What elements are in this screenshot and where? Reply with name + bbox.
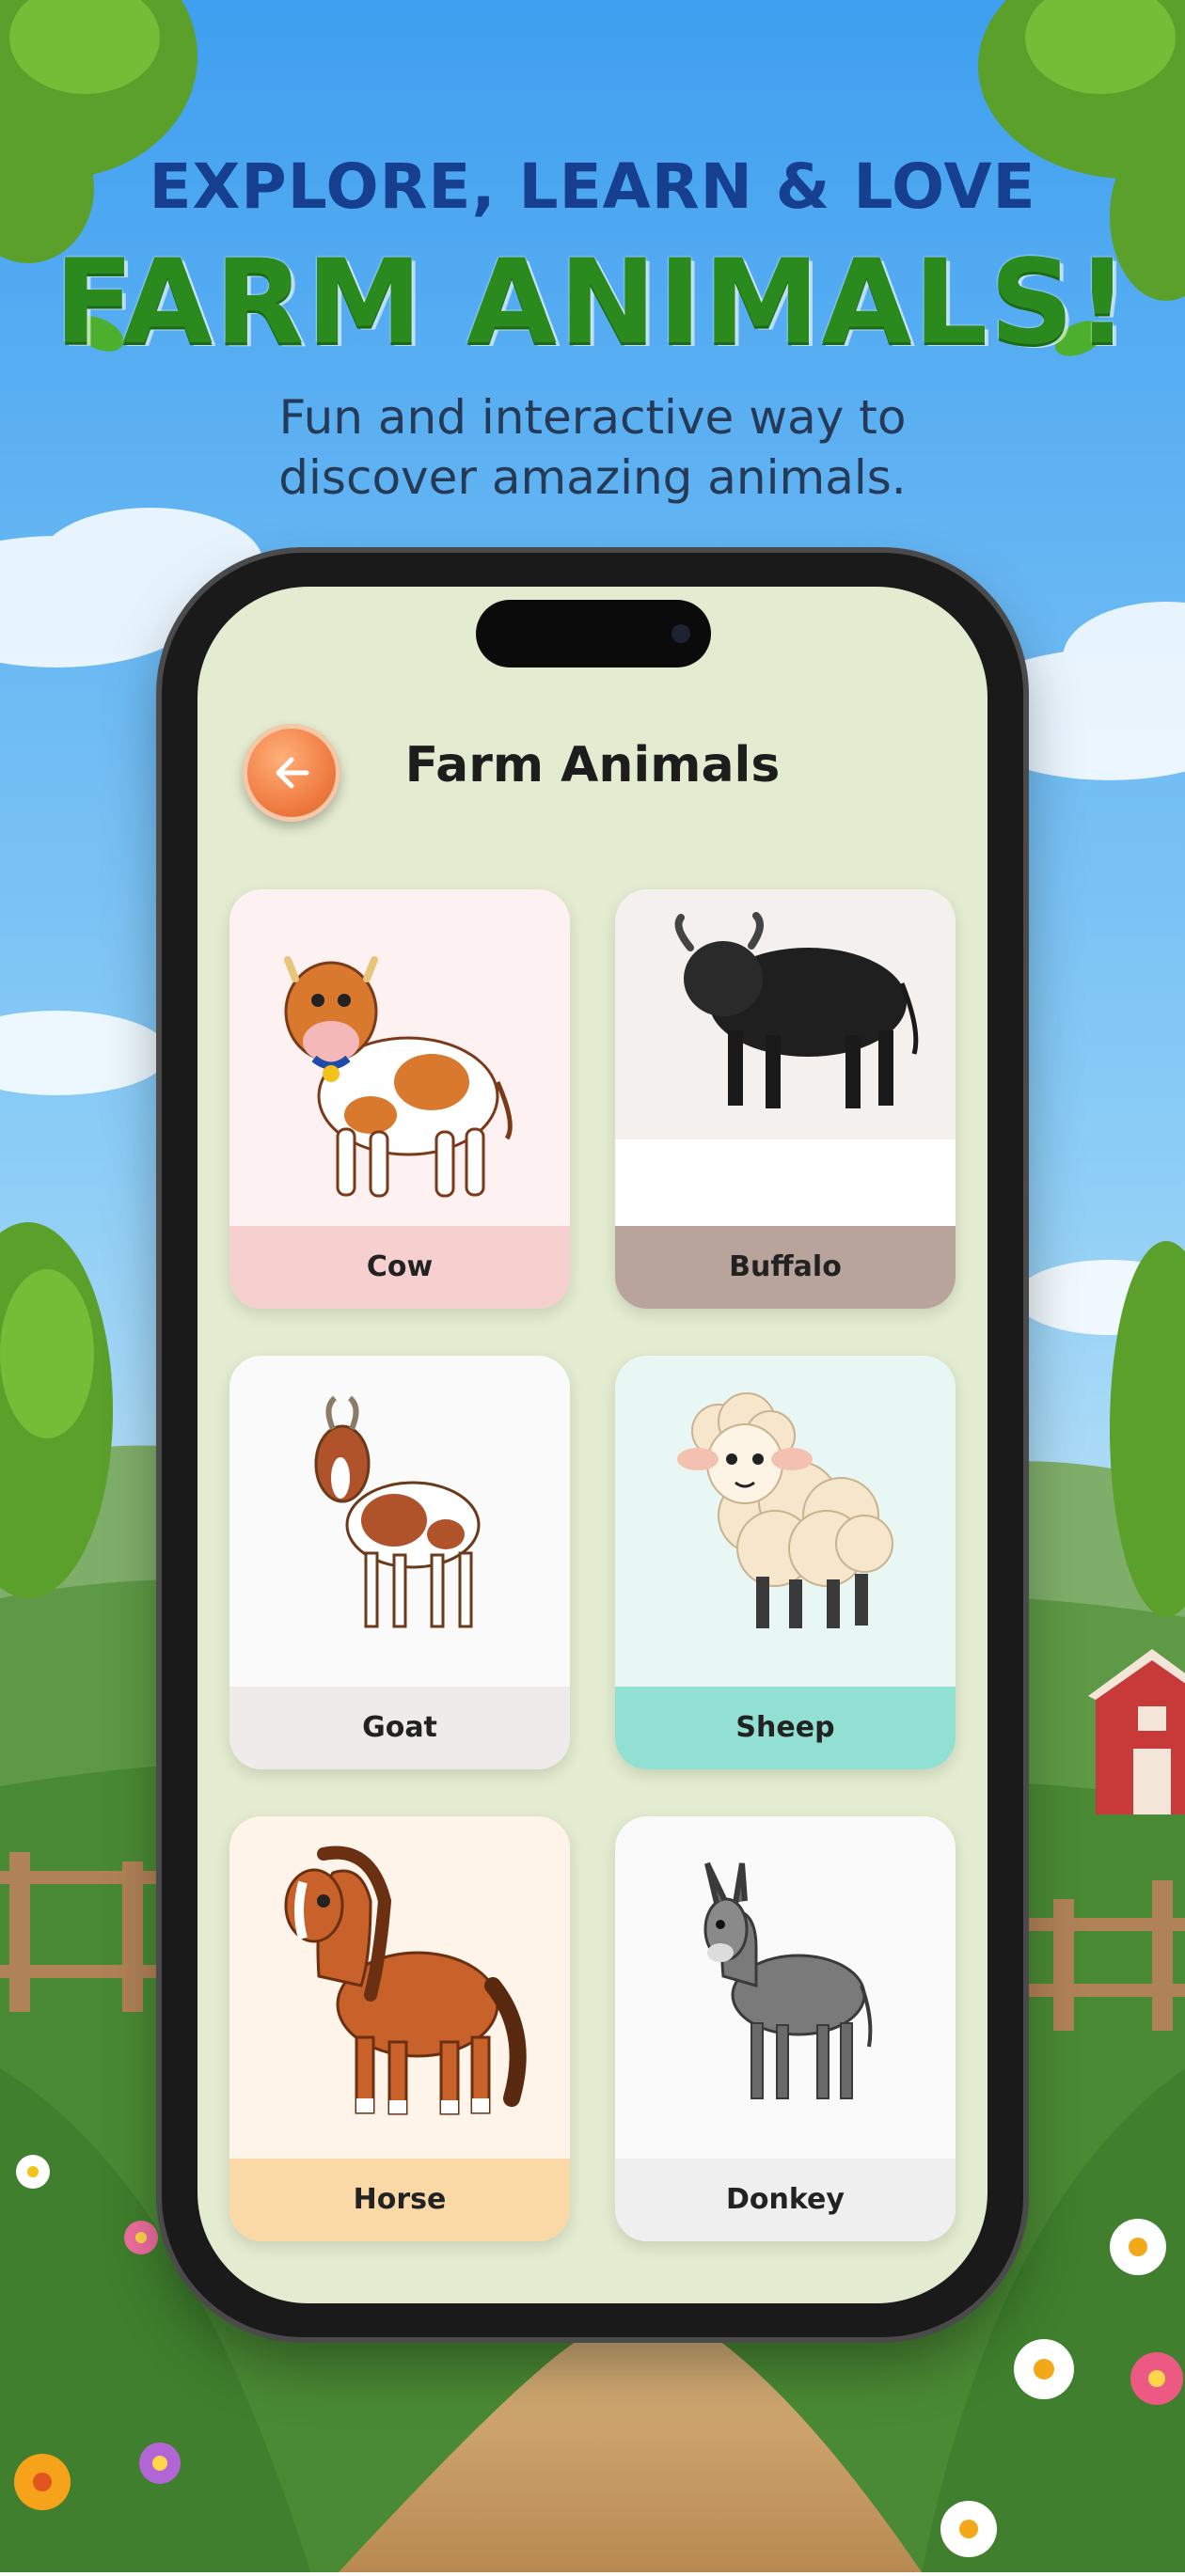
donkey-image bbox=[703, 1861, 873, 2099]
app-screen: Farm Animals Cow Buffalo Goat Sheep Hors… bbox=[198, 587, 988, 2303]
hero-subtitle-line-2: discover amazing animals. bbox=[278, 450, 907, 505]
goat-image bbox=[314, 1395, 481, 1628]
hero-subtitle-line-1: Fun and interactive way to bbox=[278, 390, 907, 445]
animal-card-label: Buffalo bbox=[615, 1226, 956, 1309]
animal-card-label: Donkey bbox=[615, 2159, 956, 2241]
phone-mockup: Farm Animals Cow Buffalo Goat Sheep Hors… bbox=[162, 553, 1023, 2337]
animal-card-label: Sheep bbox=[615, 1687, 956, 1769]
page-title: Farm Animals bbox=[404, 737, 781, 793]
animal-card-label: Cow bbox=[229, 1226, 570, 1309]
animal-card-cow[interactable]: Cow bbox=[229, 889, 570, 1309]
dynamic-island bbox=[476, 600, 711, 668]
hero-kicker: EXPLORE, LEARN & LOVE bbox=[149, 150, 1036, 223]
animal-card-donkey[interactable]: Donkey bbox=[615, 1816, 956, 2241]
animal-card-goat[interactable]: Goat bbox=[229, 1356, 570, 1769]
cow-image bbox=[284, 956, 513, 1198]
animal-card-sheep[interactable]: Sheep bbox=[615, 1356, 956, 1769]
camera-icon bbox=[672, 624, 690, 643]
animal-card-label: Goat bbox=[229, 1687, 570, 1769]
animal-card-horse[interactable]: Horse bbox=[229, 1816, 570, 2241]
horse-image bbox=[284, 1846, 527, 2115]
buffalo-image-footer bbox=[615, 1139, 956, 1226]
hero-title: FARM ANIMALS! bbox=[54, 235, 1131, 370]
buffalo-image bbox=[674, 912, 919, 1108]
animal-card-buffalo[interactable]: Buffalo bbox=[615, 889, 956, 1309]
animal-card-label: Horse bbox=[229, 2159, 570, 2241]
sheep-image bbox=[677, 1392, 893, 1628]
hero-subtitle: Fun and interactive way to discover amaz… bbox=[0, 387, 1185, 508]
